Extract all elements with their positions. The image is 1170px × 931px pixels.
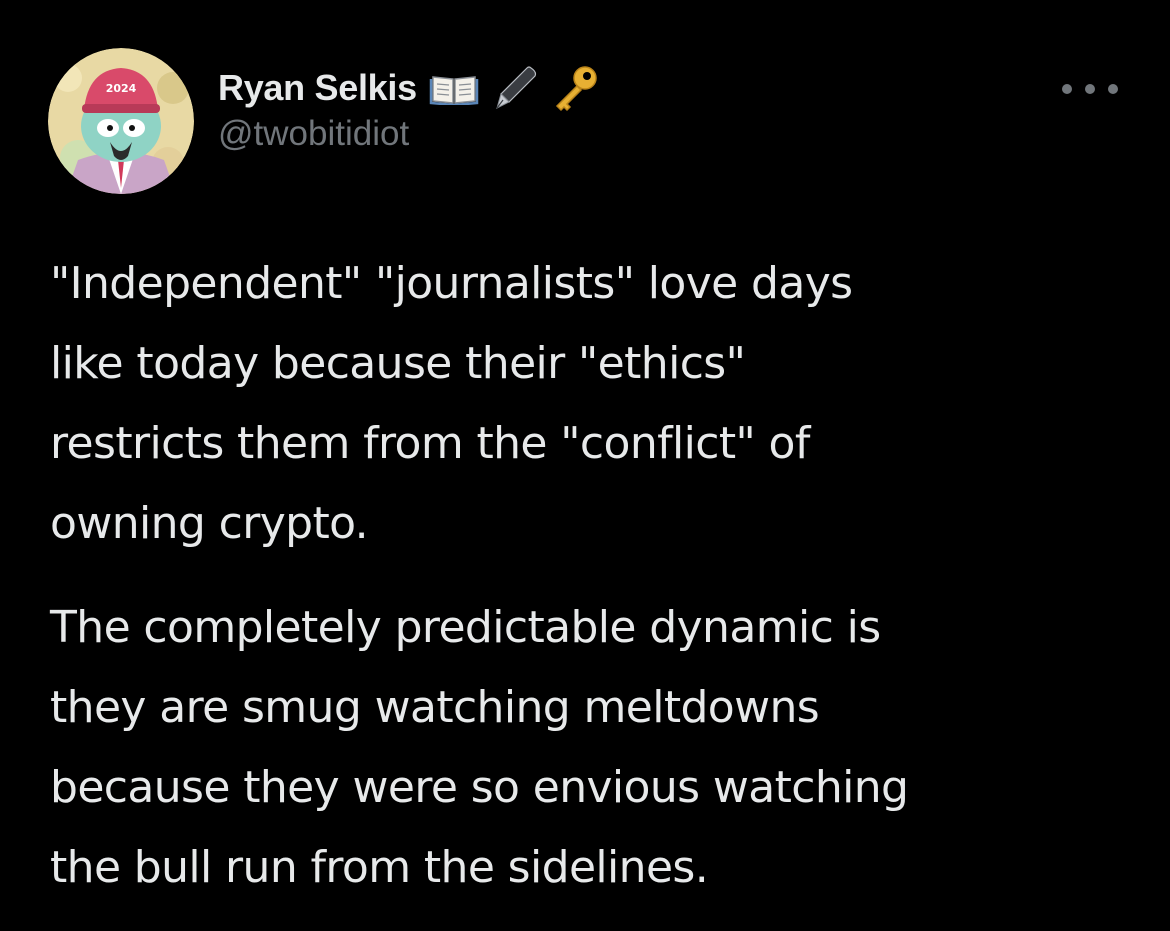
key-emoji-icon — [551, 64, 599, 112]
author-handle[interactable]: @twobitidiot — [218, 114, 409, 154]
svg-text:2024: 2024 — [106, 82, 137, 95]
avatar-image: 2024 — [48, 48, 194, 194]
tweet-text-paragraph-1: "Independent" "journalists" love days li… — [50, 258, 853, 549]
avatar[interactable]: 2024 — [48, 48, 194, 194]
black-nib-emoji-icon — [491, 64, 539, 112]
more-options-button[interactable] — [1062, 72, 1118, 106]
author-display-name[interactable]: Ryan Selkis — [218, 67, 417, 109]
more-horizontal-icon — [1085, 84, 1095, 94]
open-book-emoji-icon — [429, 71, 479, 105]
author-name-row[interactable]: Ryan Selkis — [218, 62, 599, 114]
tweet-text-paragraph-2: The completely predictable dynamic is th… — [50, 602, 909, 893]
more-horizontal-icon — [1108, 84, 1118, 94]
more-horizontal-icon — [1062, 84, 1072, 94]
tweet: 2024 Ryan Selkis @twobitidiot "Independe… — [0, 0, 1170, 931]
